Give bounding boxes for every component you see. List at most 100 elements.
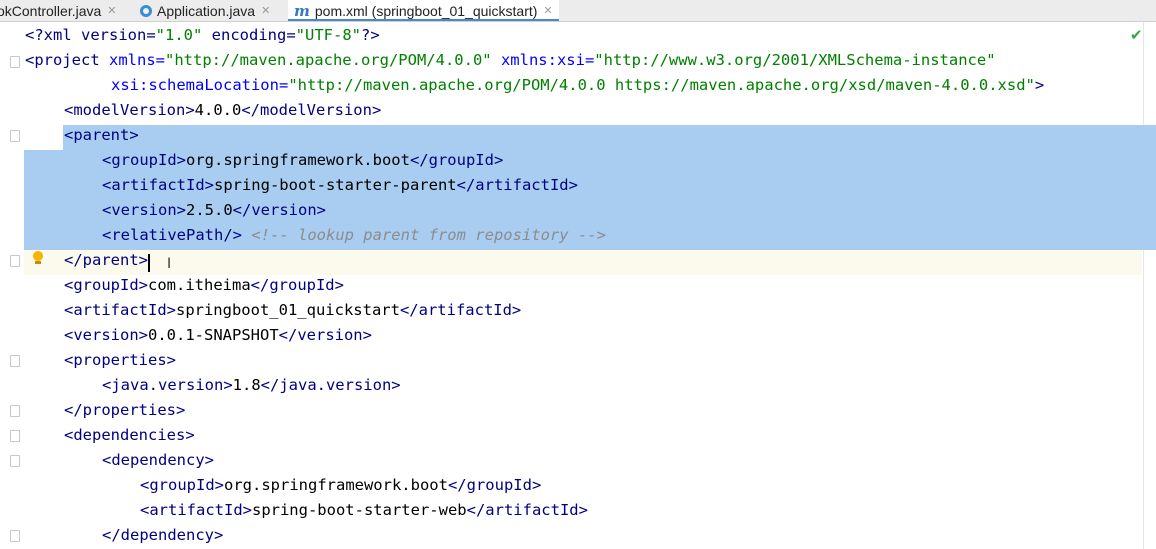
right-margin-guide	[1143, 22, 1144, 549]
code-token: </groupId>	[409, 151, 504, 169]
code-token: <relativePath/>	[102, 226, 242, 244]
caret-row-highlight	[24, 250, 1142, 275]
code-line: </properties>	[64, 398, 185, 423]
code-line: <artifactId>spring-boot-starter-web</art…	[140, 498, 588, 523]
code-token: <artifactId>	[64, 301, 176, 319]
ibeam-cursor-icon: I	[167, 256, 172, 272]
code-token: org.springframework.boot	[224, 476, 448, 494]
code-line: <version>0.0.1-SNAPSHOT</version>	[64, 323, 372, 348]
tab-label: Application.java	[157, 2, 256, 19]
code-line: <dependencies>	[64, 423, 195, 448]
code-token: </java.version>	[260, 376, 401, 394]
code-token: <artifactId>	[102, 176, 214, 194]
text-caret	[148, 254, 150, 272]
code-line: </parent>	[64, 248, 148, 273]
code-token: <version>	[102, 201, 186, 219]
code-token: "http://maven.apache.org/POM/4.0.0"	[165, 51, 492, 69]
java-class-icon	[140, 4, 152, 17]
maven-icon: m	[294, 1, 310, 20]
code-token: com.itheima	[148, 276, 251, 294]
code-token: 2.5.0	[186, 201, 233, 219]
code-token: <project	[25, 51, 109, 69]
selection-start-mask	[24, 125, 63, 150]
code-token: 1.8	[232, 376, 261, 394]
code-line: <groupId>org.springframework.boot</group…	[140, 473, 541, 498]
code-line: <java.version>1.8</java.version>	[102, 373, 401, 398]
code-token: ?>	[360, 26, 380, 44]
fold-marker-icon[interactable]	[10, 355, 20, 367]
code-token: <?xml version=	[25, 26, 156, 44]
code-token: <groupId>	[64, 276, 148, 294]
code-token: "UTF-8"	[295, 26, 361, 44]
check-icon[interactable]: ✔	[1130, 26, 1143, 44]
code-token: </parent>	[64, 251, 148, 269]
code-token: </artifactId>	[456, 176, 578, 194]
fold-marker-icon[interactable]	[10, 56, 20, 68]
code-token: xmlns=	[109, 51, 165, 69]
tab-label: pom.xml (springboot_01_quickstart)	[314, 2, 538, 19]
code-comment: <!-- lookup parent from repository -->	[251, 226, 606, 244]
code-line: <parent>	[64, 123, 139, 148]
code-token: encoding=	[202, 26, 296, 44]
close-icon[interactable]: ✕	[261, 4, 270, 17]
code-line: </dependency>	[102, 523, 223, 548]
code-token: org.springframework.boot	[186, 151, 410, 169]
code-line: <?xml version="1.0" encoding="UTF-8"?>	[25, 23, 380, 48]
code-token: <modelVersion>	[64, 101, 195, 119]
code-token: <version>	[64, 326, 148, 344]
code-line: <properties>	[64, 348, 176, 373]
code-token: </modelVersion>	[241, 101, 382, 119]
code-token: </properties>	[64, 401, 186, 419]
code-token: </groupId>	[447, 476, 542, 494]
code-token: >	[1034, 76, 1045, 94]
tab-label: okController.java	[0, 2, 102, 19]
code-token: <parent>	[64, 126, 139, 144]
code-token: </dependency>	[102, 526, 224, 544]
code-token: </artifactId>	[466, 501, 588, 519]
code-line: <version>2.5.0</version>	[102, 198, 326, 223]
code-line: <relativePath/> <!-- lookup parent from …	[102, 223, 606, 248]
fold-marker-icon[interactable]	[10, 530, 20, 542]
code-line: <project xmlns="http://maven.apache.org/…	[25, 48, 996, 73]
fold-marker-icon[interactable]	[10, 430, 20, 442]
code-line: <modelVersion>4.0.0</modelVersion>	[64, 98, 381, 123]
code-editor[interactable]: ✔ <?xml version="1.0" encoding="UTF-8"?>…	[0, 22, 1156, 549]
code-token: <dependencies>	[64, 426, 195, 444]
code-token: "http://maven.apache.org/POM/4.0.0 https…	[288, 76, 1035, 94]
code-line: <artifactId>spring-boot-starter-parent</…	[102, 173, 578, 198]
code-token: </artifactId>	[399, 301, 522, 319]
code-token: <groupId>	[102, 151, 186, 169]
tab-pom-xml[interactable]: m pom.xml (springboot_01_quickstart) ✕	[288, 0, 559, 21]
lightbulb-icon[interactable]	[32, 251, 44, 266]
code-line: <groupId>com.itheima</groupId>	[64, 273, 344, 298]
fold-marker-icon[interactable]	[10, 130, 20, 142]
code-token: "1.0"	[155, 26, 203, 44]
editor-tab-bar: okController.java ✕ Application.java ✕ m…	[0, 0, 1156, 22]
fold-marker-icon[interactable]	[10, 255, 20, 267]
tab-okcontroller[interactable]: okController.java ✕	[0, 0, 117, 21]
code-token: springboot_01_quickstart	[175, 301, 400, 319]
close-icon[interactable]: ✕	[543, 4, 552, 17]
code-token: spring-boot-starter-parent	[213, 176, 457, 194]
code-token: "http://www.w3.org/2001/XMLSchema-instan…	[594, 51, 996, 69]
fold-marker-icon[interactable]	[10, 455, 20, 467]
code-line: <groupId>org.springframework.boot</group…	[102, 148, 503, 173]
code-token: <artifactId>	[140, 501, 252, 519]
code-line: <artifactId>springboot_01_quickstart</ar…	[64, 298, 521, 323]
code-token: <dependency>	[102, 451, 214, 469]
tab-application[interactable]: Application.java ✕	[140, 0, 270, 21]
code-token: <properties>	[64, 351, 176, 369]
code-line: xsi:schemaLocation="http://maven.apache.…	[111, 73, 1044, 98]
code-token: spring-boot-starter-web	[251, 501, 467, 519]
fold-marker-icon[interactable]	[10, 405, 20, 417]
code-token: xmlns:xsi=	[491, 51, 595, 69]
code-token: <java.version>	[102, 376, 233, 394]
code-line: <dependency>	[102, 448, 214, 473]
code-token: xsi:schemaLocation=	[111, 76, 289, 94]
code-token: </version>	[232, 201, 326, 219]
code-token: 4.0.0	[194, 101, 242, 119]
code-token: </version>	[278, 326, 372, 344]
code-token: </groupId>	[250, 276, 344, 294]
close-icon[interactable]: ✕	[107, 4, 116, 17]
code-token: 0.0.1-SNAPSHOT	[148, 326, 279, 344]
